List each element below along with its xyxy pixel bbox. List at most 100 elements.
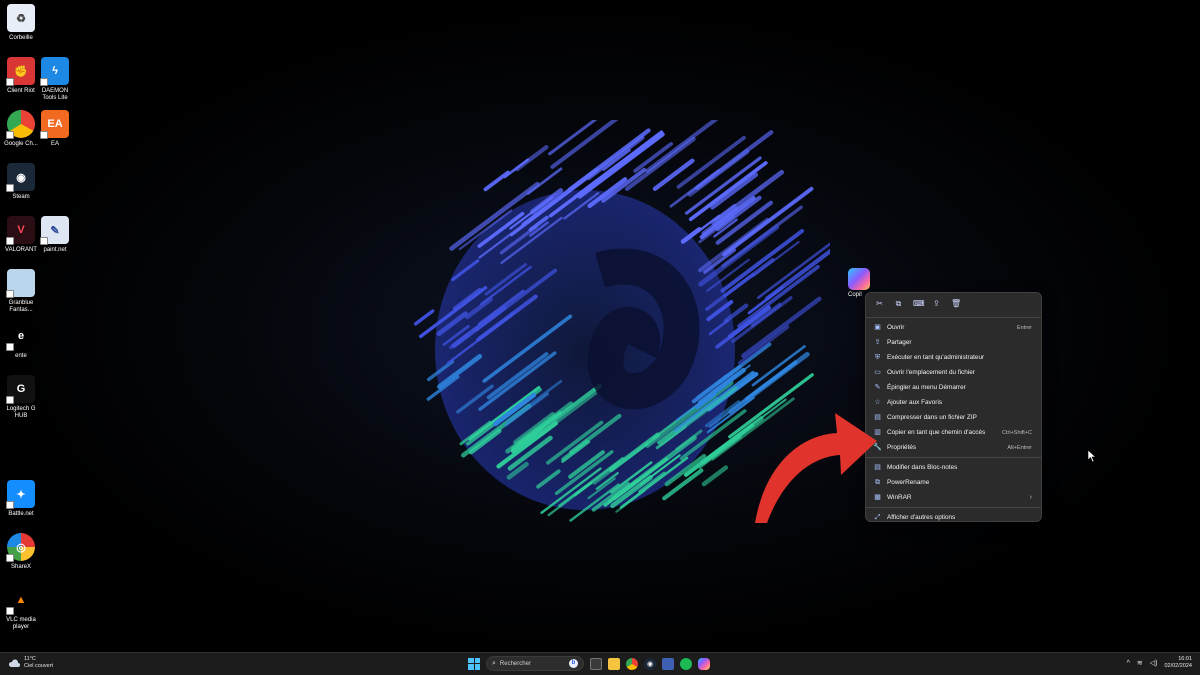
weather-widget[interactable]: 11°C Ciel couvert: [8, 656, 53, 670]
menu-item-folder[interactable]: ▭ Ouvrir l'emplacement du fichier: [866, 365, 1041, 380]
chrome-taskbar-icon[interactable]: [626, 657, 638, 670]
menu-item-zip[interactable]: ▤ Compresser dans un fichier ZIP: [866, 410, 1041, 425]
weather-temperature: 11°C: [24, 656, 36, 662]
taskbar-center: ⌕ Rechercher b ◉: [468, 656, 710, 671]
shortcut-arrow-icon: [6, 290, 14, 298]
task-view-icon[interactable]: [590, 657, 602, 670]
menu-item-more-options[interactable]: ⤢ Afficher d'autres options: [866, 510, 1041, 525]
copilot-taskbar-icon[interactable]: [698, 657, 710, 670]
wallpaper-strand: [701, 465, 729, 487]
desktop-icon-label: Logitech G HUB: [6, 406, 36, 419]
taskbar-search[interactable]: ⌕ Rechercher b: [486, 656, 584, 671]
desktop-icon-label: DAEMON Tools Lite: [41, 88, 69, 101]
menu-item-open[interactable]: ▣ Ouvrir Entrer: [866, 320, 1041, 335]
menu-item-label: Propriétés: [887, 444, 917, 451]
riot-client-icon: ✊: [6, 57, 35, 86]
desktop-icon-label: Corbeille: [9, 35, 33, 41]
menu-item-shortcut: Ctrl+Shift+C: [1002, 429, 1032, 436]
clock-date: 02/02/2024: [1164, 663, 1192, 669]
desktop-icon[interactable]: e ente: [4, 322, 38, 360]
desktop-icon[interactable]: Granblue Fantas...: [4, 269, 38, 314]
menu-item-notepad[interactable]: ▤ Modifier dans Bloc-notes: [866, 460, 1041, 475]
search-icon: ⌕: [492, 659, 496, 667]
shortcut-arrow-icon: [6, 131, 14, 139]
recycle-bin-icon: ♻: [7, 4, 35, 32]
shortcut-arrow-icon: [6, 184, 14, 192]
wallpaper-strand: [514, 145, 549, 172]
share-icon[interactable]: ⇪: [932, 299, 941, 308]
shortcut-arrow-icon: [6, 343, 14, 351]
share-icon: ⇪: [874, 339, 881, 346]
start-button[interactable]: [468, 657, 480, 670]
desktop-icon[interactable]: ✊ Client Riot: [4, 57, 38, 95]
wallpaper-strand: [483, 170, 510, 192]
desktop-icon[interactable]: Google Ch...: [4, 110, 38, 148]
rename-icon[interactable]: ⌨: [913, 299, 925, 308]
file-explorer-icon[interactable]: [608, 657, 620, 670]
menu-item-label: Épingler au menu Démarrer: [887, 384, 966, 391]
windows-logo-icon: [468, 657, 474, 663]
chevron-right-icon: ›: [1029, 494, 1032, 501]
steam-taskbar-icon[interactable]: ◉: [644, 657, 656, 670]
menu-item-properties-wrench[interactable]: 🔧 Propriétés Alt+Entrer: [866, 440, 1041, 455]
desktop-icon[interactable]: V VALORANT: [4, 216, 38, 254]
menu-item-pin[interactable]: ✎ Épingler au menu Démarrer: [866, 380, 1041, 395]
desktop-icon-label: Steam: [12, 194, 30, 200]
desktop-icon[interactable]: ◉ Steam: [4, 163, 38, 201]
ente-icon: e: [6, 322, 35, 351]
desktop-icon[interactable]: ♻ Corbeille: [4, 4, 38, 42]
desktop-icon[interactable]: EA EA: [38, 110, 72, 148]
desktop-icon[interactable]: ✦ Battle.net: [4, 480, 38, 518]
admin-shield-icon: ⛨: [874, 354, 881, 361]
menu-item-share[interactable]: ⇪ Partager: [866, 335, 1041, 350]
menu-item-winrar[interactable]: ▦ WinRAR ›: [866, 490, 1041, 505]
menu-item-label: PowerRename: [887, 479, 930, 486]
weather-description: Ciel couvert: [24, 663, 54, 669]
menu-item-label: Partager: [887, 339, 912, 346]
logitech-g-hub-icon: G: [6, 375, 35, 404]
copy-icon[interactable]: ⧉: [894, 299, 903, 308]
wifi-icon[interactable]: ≋: [1137, 659, 1143, 667]
paint-net-icon: ✎: [40, 216, 69, 245]
desktop-icon[interactable]: ϟ DAEMON Tools Lite: [38, 57, 72, 102]
desktop-icon[interactable]: ◎ ShareX: [4, 533, 38, 571]
desktop-icon-label: paint.net: [43, 247, 67, 253]
delete-icon[interactable]: 🗑: [951, 299, 961, 308]
vlc-icon: ▲: [6, 586, 35, 615]
red-annotation-arrow: [755, 413, 877, 523]
desktop-icon[interactable]: ▲ VLC media player: [4, 586, 38, 631]
cut-icon[interactable]: ✂: [875, 299, 884, 308]
desktop-icon[interactable]: ✎ paint.net: [38, 216, 72, 254]
menu-item-shortcut: Alt+Entrer: [1007, 444, 1032, 451]
daemon-tools-icon: ϟ: [40, 57, 69, 86]
desktop-icon-label: ente: [15, 353, 27, 359]
shortcut-arrow-icon: [6, 554, 14, 562]
menu-item-powerrename[interactable]: ⧉ PowerRename: [866, 475, 1041, 490]
volume-icon[interactable]: ◁): [1150, 659, 1158, 667]
granblue-fantasy-icon: [6, 269, 35, 298]
mouse-cursor-icon: [1088, 450, 1096, 462]
shortcut-arrow-icon: [6, 396, 14, 404]
menu-item-star[interactable]: ☆ Ajouter aux Favoris: [866, 395, 1041, 410]
system-tray: ^ ≋ ◁) 16:01 02/02/2024: [1127, 656, 1192, 670]
menu-item-admin-shield[interactable]: ⛨ Exécuter en tant qu'administrateur: [866, 350, 1041, 365]
pin-icon: ✎: [874, 384, 881, 391]
sharex-icon: ◎: [6, 533, 35, 562]
shortcut-arrow-icon: [40, 131, 48, 139]
menu-item-label: Afficher d'autres options: [887, 514, 956, 521]
chevron-up-icon[interactable]: ^: [1127, 660, 1130, 667]
paint-net-taskbar-icon[interactable]: [662, 657, 674, 670]
menu-separator: [866, 507, 1041, 508]
wallpaper-strand: [526, 167, 563, 195]
desktop-icon[interactable]: G Logitech G HUB: [4, 375, 38, 420]
menu-separator: [866, 457, 1041, 458]
menu-item-copy-path[interactable]: ▥ Copier en tant que chemin d'accès Ctrl+S…: [866, 425, 1041, 440]
steam-icon: ◉: [6, 163, 35, 192]
spotify-icon[interactable]: [680, 657, 692, 670]
clock[interactable]: 16:01 02/02/2024: [1164, 656, 1192, 670]
open-icon: ▣: [874, 324, 881, 331]
shortcut-arrow-icon: [6, 607, 14, 615]
menu-item-label: WinRAR: [887, 494, 912, 501]
wallpaper-strand: [694, 130, 774, 191]
shortcut-arrow-icon: [6, 237, 14, 245]
